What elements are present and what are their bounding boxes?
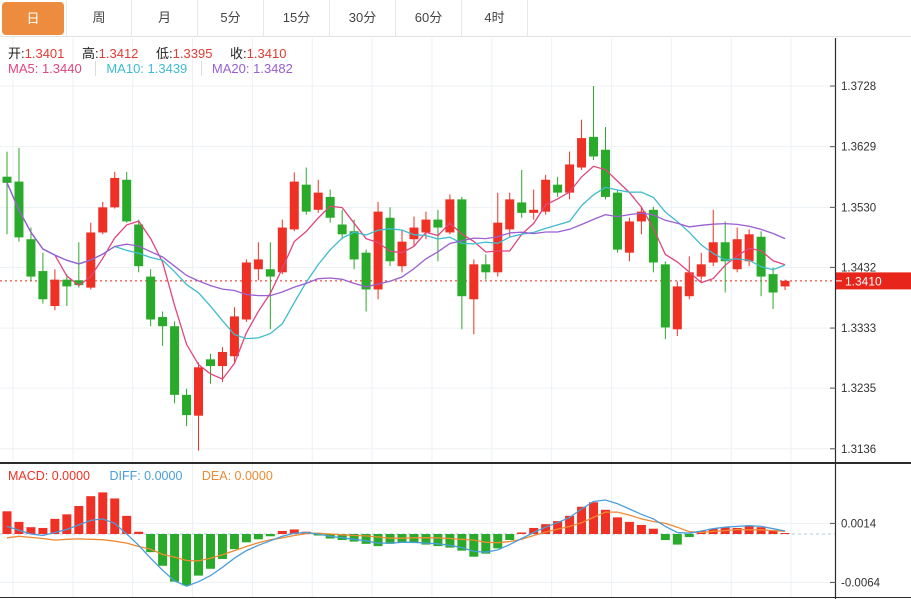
macd-tick-label: -0.0064 xyxy=(841,577,881,589)
ohlc-readout: 开:1.3401 高:1.3412 低:1.3395 收:1.3410 xyxy=(8,43,300,62)
close-label: 收: xyxy=(230,46,247,61)
low-value: 1.3395 xyxy=(173,46,213,61)
ma20-value: MA20: 1.3482 xyxy=(201,61,293,76)
macd-readout: MACD: 0.0000 DIFF: 0.0000 DEA: 0.0000 xyxy=(8,469,289,483)
main-chart-pane: 1.37281.36291.35301.34321.33331.32351.31… xyxy=(0,38,911,462)
y-tick-label: 1.3629 xyxy=(841,142,876,154)
tab-30min[interactable]: 30分 xyxy=(330,0,396,37)
tab-week[interactable]: 周 xyxy=(66,0,132,37)
open-value: 1.3401 xyxy=(25,46,65,61)
tab-15min[interactable]: 15分 xyxy=(264,0,330,37)
tab-5min[interactable]: 5分 xyxy=(198,0,264,37)
low-label: 低: xyxy=(156,46,173,61)
high-label: 高: xyxy=(82,46,99,61)
price-axis: 1.37281.36291.35301.34321.33331.32351.31… xyxy=(830,38,876,462)
open-label: 开: xyxy=(8,46,25,61)
macd-value: MACD: 0.0000 xyxy=(8,469,90,483)
high-value: 1.3412 xyxy=(99,46,139,61)
dea-value: DEA: 0.0000 xyxy=(202,469,273,483)
close-value: 1.3410 xyxy=(247,46,287,61)
macd-tick-label: 0.0014 xyxy=(841,518,877,530)
ma5-value: MA5: 1.3440 xyxy=(8,61,82,76)
macd-chart[interactable]: 0.0014 -0.0064 xyxy=(0,464,911,599)
y-tick-label: 1.3136 xyxy=(841,444,876,456)
ma-readout: MA5: 1.3440 MA10: 1.3439 MA20: 1.3482 xyxy=(8,61,293,76)
y-tick-label: 1.3333 xyxy=(841,323,876,335)
candlestick-chart[interactable]: 1.37281.36291.35301.34321.33331.32351.31… xyxy=(0,38,911,462)
timeframe-tabbar: 日 周 月 5分 15分 30分 60分 4时 xyxy=(0,0,911,37)
trading-chart-screen: 日 周 月 5分 15分 30分 60分 4时 1.3728 1.3629 1.35… xyxy=(0,0,911,599)
tab-day[interactable]: 日 xyxy=(2,2,64,35)
current-price-label: 1.3410 xyxy=(845,274,882,288)
ma10-value: MA10: 1.3439 xyxy=(95,61,187,76)
y-tick-label: 1.3235 xyxy=(841,383,876,395)
y-tick-label: 1.3530 xyxy=(841,202,876,214)
current-price-badge: 1.3410 xyxy=(836,272,911,289)
y-tick-label: 1.3728 xyxy=(841,81,876,93)
tab-month[interactable]: 月 xyxy=(132,0,198,37)
tab-60min[interactable]: 60分 xyxy=(396,0,462,37)
macd-pane: 0.0014 -0.0064 MACD: 0.0000 DIFF: 0.0000 … xyxy=(0,464,911,599)
tab-4hour[interactable]: 4时 xyxy=(462,0,528,37)
diff-value: DIFF: 0.0000 xyxy=(109,469,182,483)
